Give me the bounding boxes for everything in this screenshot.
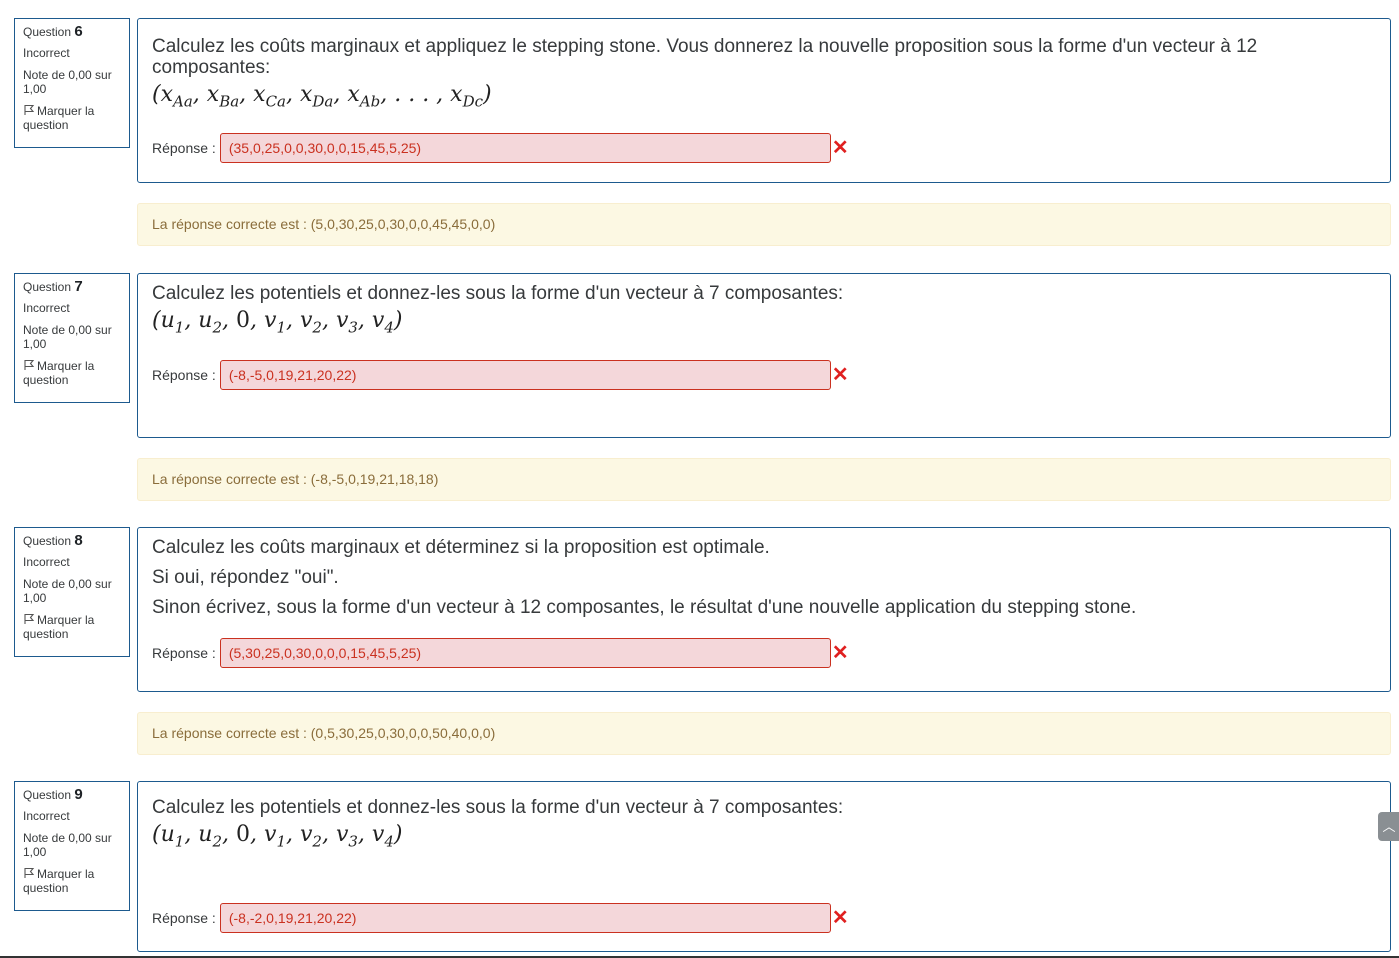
question-state: Incorrect <box>23 809 70 823</box>
correct-answer-feedback: La réponse correcte est : (0,5,30,25,0,3… <box>137 712 1391 755</box>
flag-icon <box>24 359 35 370</box>
question-text-line: Calculez les coûts marginaux et détermin… <box>152 537 770 558</box>
flag-icon <box>24 104 35 115</box>
question-formula: (u1, u2, 0, v1, v2, v3, v4) <box>152 822 403 851</box>
answer-label: Réponse : <box>152 367 216 383</box>
question-text-line: Calculez les potentiels et donnez-les so… <box>152 797 844 818</box>
wrong-answer-icon: ✕ <box>831 642 849 664</box>
question-grade: Note de 0,00 sur 1,00 <box>23 577 112 605</box>
question-state: Incorrect <box>23 555 70 569</box>
question-formula: (xAa, xBa, xCa, xDa, xAb, . . . , xDc) <box>152 82 492 111</box>
question-content-7: Calculez les potentiels et donnez-les so… <box>137 273 1391 438</box>
wrong-answer-icon: ✕ <box>831 364 849 386</box>
answer-input[interactable]: (5,30,25,0,30,0,0,0,15,45,5,25) <box>219 638 831 668</box>
question-number: 6 <box>74 23 83 40</box>
question-info-8: Question 8 Incorrect Note de 0,00 sur 1,… <box>14 527 130 657</box>
flag-question-link[interactable]: Marquer la question <box>23 867 121 895</box>
scroll-to-top-button[interactable]: ︿ <box>1378 812 1399 841</box>
question-label: Question <box>23 534 72 548</box>
question-state: Incorrect <box>23 301 70 315</box>
question-grade: Note de 0,00 sur 1,00 <box>23 68 112 96</box>
question-text-line: Calculez les coûts marginaux et applique… <box>152 36 1258 78</box>
question-text-line: Calculez les potentiels et donnez-les so… <box>152 283 844 304</box>
question-content-6: Calculez les coûts marginaux et applique… <box>137 18 1391 183</box>
answer-row: Réponse : (5,30,25,0,30,0,0,0,15,45,5,25… <box>152 638 849 668</box>
question-number: 8 <box>74 532 83 549</box>
question-state: Incorrect <box>23 46 70 60</box>
wrong-answer-icon: ✕ <box>831 137 849 159</box>
answer-row: Réponse : (35,0,25,0,0,30,0,0,15,45,5,25… <box>152 133 849 163</box>
flag-question-link[interactable]: Marquer la question <box>23 359 121 387</box>
correct-answer-feedback: La réponse correcte est : (-8,-5,0,19,21… <box>137 458 1391 501</box>
question-text: Calculez les coûts marginaux et applique… <box>152 19 1376 78</box>
wrong-answer-icon: ✕ <box>831 907 849 929</box>
correct-answer-feedback: La réponse correcte est : (5,0,30,25,0,3… <box>137 203 1391 246</box>
answer-input[interactable]: (-8,-5,0,19,21,20,22) <box>219 360 831 390</box>
question-label: Question <box>23 280 72 294</box>
chevron-up-icon: ︿ <box>1382 819 1396 834</box>
question-formula: (u1, u2, 0, v1, v2, v3, v4) <box>152 308 403 337</box>
flag-question-link[interactable]: Marquer la question <box>23 613 121 641</box>
question-text: Calculez les potentiels et donnez-les so… <box>152 782 1376 818</box>
question-content-8: Calculez les coûts marginaux et détermin… <box>137 527 1391 692</box>
answer-row: Réponse : (-8,-2,0,19,21,20,22) ✕ <box>152 903 849 933</box>
answer-input[interactable]: (35,0,25,0,0,30,0,0,15,45,5,25) <box>219 133 831 163</box>
question-text-line: Sinon écrivez, sous la forme d'un vecteu… <box>152 597 1137 618</box>
question-info-7: Question 7 Incorrect Note de 0,00 sur 1,… <box>14 273 130 403</box>
flag-icon <box>24 867 35 878</box>
question-info-9: Question 9 Incorrect Note de 0,00 sur 1,… <box>14 781 130 911</box>
answer-label: Réponse : <box>152 645 216 661</box>
question-content-9: Calculez les potentiels et donnez-les so… <box>137 781 1391 952</box>
answer-label: Réponse : <box>152 910 216 926</box>
answer-label: Réponse : <box>152 140 216 156</box>
flag-icon <box>24 613 35 624</box>
question-text: Calculez les potentiels et donnez-les so… <box>152 274 1376 304</box>
question-text: Calculez les coûts marginaux et détermin… <box>152 528 1376 618</box>
question-grade: Note de 0,00 sur 1,00 <box>23 323 112 351</box>
answer-row: Réponse : (-8,-5,0,19,21,20,22) ✕ <box>152 360 849 390</box>
question-text-line: Si oui, répondez "oui". <box>152 567 339 588</box>
question-label: Question <box>23 788 72 802</box>
question-label: Question <box>23 25 72 39</box>
question-info-6: Question 6 Incorrect Note de 0,00 sur 1,… <box>14 18 130 148</box>
question-number: 9 <box>74 786 83 803</box>
question-grade: Note de 0,00 sur 1,00 <box>23 831 112 859</box>
answer-input[interactable]: (-8,-2,0,19,21,20,22) <box>219 903 831 933</box>
question-number: 7 <box>74 278 83 295</box>
flag-question-link[interactable]: Marquer la question <box>23 104 121 132</box>
